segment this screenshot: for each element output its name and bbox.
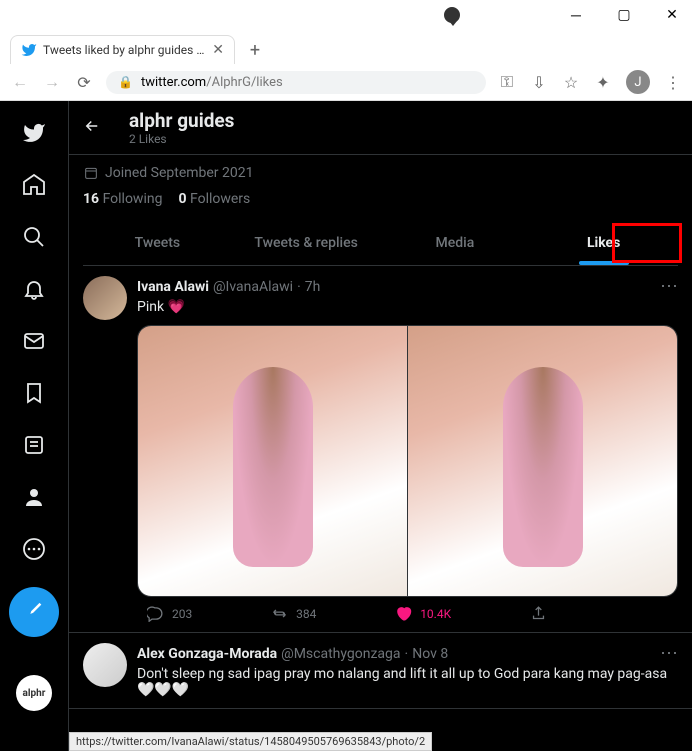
- tweet-more-icon[interactable]: ⋯: [660, 276, 678, 297]
- messages-icon[interactable]: [12, 319, 56, 363]
- address-bar-row: ← → ⟳ 🔒 twitter.com/AlphrG/likes ⚿ ⇩ ☆ ✦…: [0, 64, 692, 100]
- recording-indicator[interactable]: [444, 7, 460, 23]
- media-photo-2[interactable]: [408, 326, 677, 596]
- tab-media[interactable]: Media: [381, 221, 530, 265]
- tweet-time[interactable]: 7h: [305, 279, 321, 295]
- tab-bar: Tweets liked by alphr guides (@A ✕ +: [0, 30, 692, 64]
- status-bar: https://twitter.com/IvanaAlawi/status/14…: [69, 732, 432, 751]
- search-icon[interactable]: [12, 215, 56, 259]
- likes-count: 2 Likes: [129, 132, 234, 146]
- browser-actions: ⚿ ⇩ ☆ ✦ J ⋮: [498, 70, 682, 94]
- menu-icon[interactable]: ⋮: [664, 73, 682, 91]
- author-handle[interactable]: @Mscathygonzaga: [281, 646, 400, 662]
- tweet-avatar[interactable]: [83, 643, 127, 687]
- tweet-header: Ivana Alawi @IvanaAlawi · 7h ⋯: [137, 276, 678, 297]
- back-arrow[interactable]: [83, 117, 101, 139]
- reload-button[interactable]: ⟳: [74, 72, 94, 92]
- tweet-avatar[interactable]: [83, 276, 127, 320]
- notifications-icon[interactable]: [12, 267, 56, 311]
- window-controls: ─ ▢ ✕: [0, 0, 692, 30]
- tweet-body: Alex Gonzaga-Morada @Mscathygonzaga · No…: [137, 643, 678, 698]
- new-tab-button[interactable]: +: [241, 36, 269, 64]
- minimize-button[interactable]: ─: [564, 3, 588, 27]
- lists-icon[interactable]: [12, 423, 56, 467]
- profile-name: alphr guides: [129, 109, 234, 132]
- follow-stats: 16 Following 0 Followers: [83, 191, 678, 207]
- home-icon[interactable]: [12, 163, 56, 207]
- twitter-logo[interactable]: [12, 111, 56, 155]
- profile-header: alphr guides 2 Likes: [69, 101, 692, 155]
- side-navigation: alphr: [0, 101, 68, 751]
- tweet-item[interactable]: Alex Gonzaga-Morada @Mscathygonzaga · No…: [69, 633, 692, 709]
- profile-icon[interactable]: [12, 475, 56, 519]
- tweet-item[interactable]: Ivana Alawi @IvanaAlawi · 7h ⋯ Pink 💗 20…: [69, 266, 692, 633]
- following-link[interactable]: 16 Following: [83, 191, 162, 207]
- compose-button[interactable]: [9, 587, 59, 637]
- share-button[interactable]: [530, 605, 547, 622]
- tweet-time[interactable]: Nov 8: [412, 646, 448, 662]
- close-window-button[interactable]: ✕: [660, 3, 684, 27]
- lock-icon: 🔒: [118, 75, 133, 89]
- install-icon[interactable]: ⇩: [530, 73, 548, 91]
- tweet-media[interactable]: [137, 325, 678, 597]
- tab-title: Tweets liked by alphr guides (@A: [43, 43, 206, 57]
- extensions-icon[interactable]: ✦: [594, 73, 612, 91]
- tweet-actions: 203 384 10.4K: [137, 597, 557, 622]
- retweet-button[interactable]: 384: [271, 605, 316, 622]
- tweet-body: Ivana Alawi @IvanaAlawi · 7h ⋯ Pink 💗 20…: [137, 276, 678, 622]
- like-button[interactable]: 10.4K: [395, 605, 451, 622]
- tweet-header: Alex Gonzaga-Morada @Mscathygonzaga · No…: [137, 643, 678, 664]
- account-logo[interactable]: alphr: [16, 675, 52, 711]
- back-button[interactable]: ←: [10, 72, 30, 92]
- author-name[interactable]: Alex Gonzaga-Morada: [137, 646, 277, 662]
- tweet-text: Don't sleep ng sad ipag pray mo nalang a…: [137, 666, 678, 698]
- followers-link[interactable]: 0 Followers: [178, 191, 250, 207]
- forward-button[interactable]: →: [42, 72, 62, 92]
- main-content: alphr guides 2 Likes Joined September 20…: [68, 101, 692, 751]
- maximize-button[interactable]: ▢: [612, 3, 636, 27]
- url-text: twitter.com/AlphrG/likes: [141, 75, 283, 90]
- bookmark-star-icon[interactable]: ☆: [562, 73, 580, 91]
- tab-tweets-replies[interactable]: Tweets & replies: [232, 221, 381, 265]
- tab-tweets[interactable]: Tweets: [83, 221, 232, 265]
- tweet-more-icon[interactable]: ⋯: [660, 643, 678, 664]
- address-bar[interactable]: 🔒 twitter.com/AlphrG/likes: [106, 71, 486, 94]
- calendar-icon: [83, 165, 99, 181]
- author-handle[interactable]: @IvanaAlawi: [213, 279, 293, 295]
- more-icon[interactable]: [12, 527, 56, 571]
- profile-tabs: Tweets Tweets & replies Media Likes: [83, 221, 678, 266]
- highlight-annotation: [612, 223, 682, 263]
- browser-chrome: ─ ▢ ✕ Tweets liked by alphr guides (@A ✕…: [0, 0, 692, 101]
- twitter-favicon: [21, 42, 37, 58]
- twitter-app: alphr alphr guides 2 Likes Joined Septem…: [0, 101, 692, 751]
- bookmarks-icon[interactable]: [12, 371, 56, 415]
- tab-close-button[interactable]: ✕: [212, 42, 224, 58]
- browser-tab[interactable]: Tweets liked by alphr guides (@A ✕: [10, 35, 235, 64]
- key-icon[interactable]: ⚿: [498, 73, 516, 91]
- media-photo-1[interactable]: [138, 326, 408, 596]
- author-name[interactable]: Ivana Alawi: [137, 279, 209, 295]
- profile-meta: Joined September 2021 16 Following 0 Fol…: [69, 155, 692, 266]
- reply-button[interactable]: 203: [147, 605, 192, 622]
- tweet-text: Pink 💗: [137, 299, 678, 315]
- joined-date: Joined September 2021: [83, 165, 678, 181]
- profile-avatar[interactable]: J: [626, 70, 650, 94]
- header-text: alphr guides 2 Likes: [129, 109, 234, 146]
